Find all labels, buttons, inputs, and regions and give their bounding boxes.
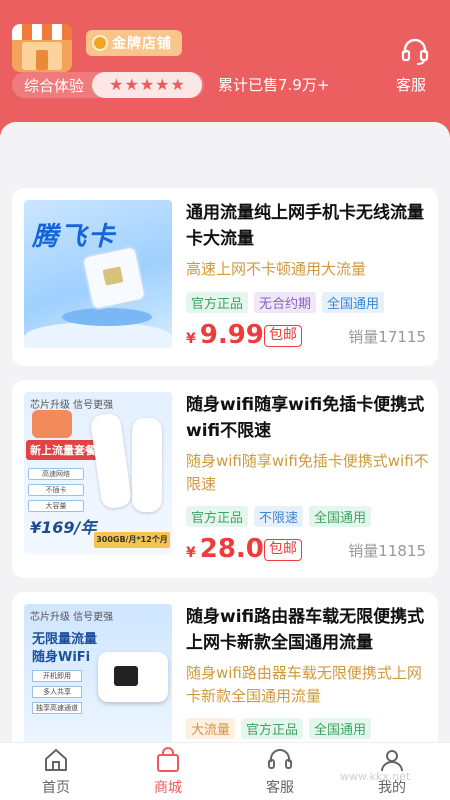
- star-icon: ★: [155, 75, 170, 94]
- gold-store-badge: 金牌店铺: [86, 30, 182, 56]
- thumb-top-label: 芯片升级 信号更强: [30, 612, 114, 623]
- star-rating: ★ ★ ★ ★ ★: [92, 72, 202, 98]
- product-subtitle: 高速上网不卡顿通用大流量: [186, 260, 367, 278]
- product-tags: 官方正品 无合约期 全国通用: [186, 292, 385, 313]
- price-value: 28.0: [199, 534, 264, 564]
- thumb-feature: 高速网络: [28, 468, 84, 480]
- flame-icon: [32, 410, 72, 438]
- product-card[interactable]: 芯片升级 信号更强 无限量流量 随身WiFi 开机即用 多人共享 独享高速通道 …: [12, 592, 438, 742]
- star-icon: ★: [139, 75, 155, 94]
- product-title[interactable]: 随身wifi随享wifi免插卡便携式wifi不限速: [186, 392, 430, 444]
- tag: 官方正品: [186, 292, 249, 313]
- thumb-headline: 无限量流量: [32, 632, 98, 647]
- product-title[interactable]: 随身wifi路由器车载无限便携式上网卡新款全国通用流量: [186, 604, 430, 656]
- rating-label: 综合体验: [24, 77, 85, 95]
- product-subtitle: 随身wifi随享wifi免插卡便携式wifi不限速: [186, 452, 429, 493]
- nav-service[interactable]: 客服: [224, 743, 336, 800]
- cloud-shape: [24, 322, 172, 348]
- watermark: www.kkx.net: [340, 770, 411, 783]
- price-value: 9.99: [199, 320, 264, 350]
- thumb-feature: 大容量: [28, 500, 84, 512]
- sort-tabs: 综合 销量 新品: [0, 122, 450, 285]
- product-subtitle: 随身wifi路由器车载无限便携式上网卡新款全国通用流量: [186, 664, 422, 705]
- medal-icon: [92, 35, 108, 51]
- awning-icon: [12, 24, 72, 40]
- thumb-price: ¥169/年: [30, 518, 97, 537]
- star-icon: ★: [124, 75, 139, 94]
- nav-label: 客服: [266, 780, 294, 796]
- tag: 大流量: [186, 718, 236, 739]
- router-screen-icon: [114, 666, 138, 686]
- product-card[interactable]: 芯片升级 信号更强 新上流量套餐 高速网络 不插卡 大容量 ¥169/年 300…: [12, 380, 438, 578]
- star-icon: ★: [109, 75, 124, 94]
- star-icon: ★: [170, 75, 185, 94]
- thumb-brand-text: 腾飞卡: [32, 222, 117, 252]
- product-title[interactable]: 通用流量纯上网手机卡无线流量卡大流量: [186, 200, 430, 252]
- product-tags: 官方正品 不限速 全国通用: [186, 506, 372, 527]
- currency-symbol: ¥: [186, 331, 196, 347]
- total-sold: 累计已售7.9万+: [218, 76, 330, 94]
- nav-label: 商城: [154, 780, 182, 796]
- thumb-promo-label: 新上流量套餐: [26, 440, 100, 460]
- wifi-dongle-icon: [89, 412, 133, 510]
- shopping-bag-icon: [157, 747, 179, 772]
- thumb-headline: 随身WiFi: [32, 650, 91, 665]
- currency-symbol: ¥: [186, 545, 196, 561]
- tag: 全国通用: [322, 292, 385, 313]
- home-icon: [45, 749, 67, 771]
- tag: 官方正品: [241, 718, 304, 739]
- tag: 官方正品: [186, 506, 249, 527]
- thumb-plan-bar: 300GB/月*12个月: [94, 532, 170, 548]
- sales-count: 销量11815: [348, 542, 426, 560]
- wifi-dongle-icon: [132, 418, 162, 512]
- nav-label: 首页: [42, 780, 70, 796]
- product-price: ¥ 9.99: [186, 320, 264, 350]
- nav-home[interactable]: 首页: [0, 743, 112, 800]
- nav-mall[interactable]: 商城: [112, 743, 224, 800]
- product-price: ¥ 28.0: [186, 534, 264, 564]
- headset-icon[interactable]: [400, 36, 430, 66]
- door-icon: [36, 50, 48, 70]
- thumb-chip: 独享高速通道: [32, 702, 82, 714]
- sales-count: 销量17115: [348, 328, 426, 346]
- tag: 无合约期: [254, 292, 317, 313]
- thumb-chip: 多人共享: [32, 686, 82, 698]
- product-image[interactable]: 芯片升级 信号更强 新上流量套餐 高速网络 不插卡 大容量 ¥169/年 300…: [24, 392, 172, 554]
- thumb-feature: 不插卡: [28, 484, 84, 496]
- pedestal-shape: [62, 308, 152, 326]
- free-shipping-badge: 包邮: [264, 539, 302, 561]
- product-card[interactable]: 腾飞卡 通用流量纯上网手机卡无线流量卡大流量 高速上网不卡顿通用大流量 官方正品…: [12, 188, 438, 366]
- service-button[interactable]: 客服: [396, 74, 426, 95]
- headset-icon: [268, 749, 292, 769]
- tag: 全国通用: [309, 718, 372, 739]
- badge-label: 金牌店铺: [112, 36, 172, 52]
- thumb-top-label: 芯片升级 信号更强: [30, 400, 114, 411]
- product-image[interactable]: 腾飞卡: [24, 200, 172, 348]
- shop-logo[interactable]: [12, 24, 72, 72]
- tag: 全国通用: [309, 506, 372, 527]
- thumb-chip: 开机即用: [32, 670, 82, 682]
- tag: 不限速: [254, 506, 304, 527]
- free-shipping-badge: 包邮: [264, 325, 302, 347]
- product-image[interactable]: 芯片升级 信号更强 无限量流量 随身WiFi 开机即用 多人共享 独享高速通道: [24, 604, 172, 742]
- product-tags: 大流量 官方正品 全国通用: [186, 718, 372, 739]
